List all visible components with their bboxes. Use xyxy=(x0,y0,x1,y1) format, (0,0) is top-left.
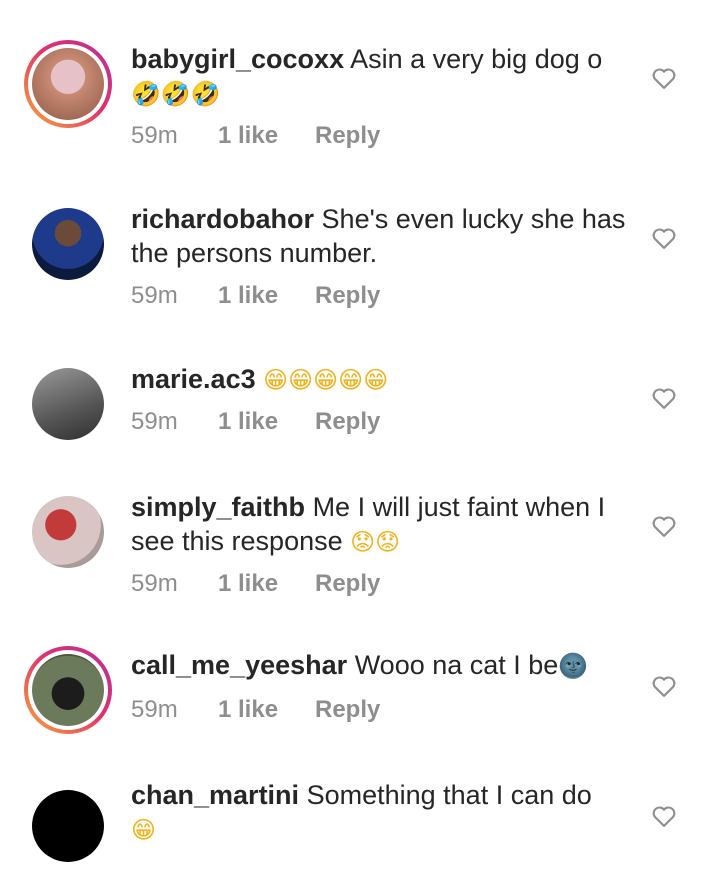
comment-meta: 59m 1 like Reply xyxy=(131,122,380,150)
comment-body: Asin a very big dog o xyxy=(350,44,603,74)
comment-emojis: 🤣🤣🤣 xyxy=(131,80,221,108)
comment-emojis: 🌚 xyxy=(558,652,589,680)
avatar xyxy=(32,208,104,280)
avatar-wrapper[interactable] xyxy=(24,488,112,576)
comment-time: 59m xyxy=(131,570,178,597)
comment-text: simply_faithb Me I will just faint when … xyxy=(131,490,631,559)
avatar-wrapper[interactable] xyxy=(24,782,112,870)
reply-button[interactable]: Reply xyxy=(315,408,380,436)
heart-icon[interactable] xyxy=(650,224,678,252)
comment-body: Wooo na cat I be xyxy=(354,650,559,680)
comment-username[interactable]: marie.ac3 xyxy=(131,364,256,394)
comment-text: call_me_yeeshar Wooo na cat I be🌚 xyxy=(131,648,631,683)
avatar xyxy=(32,654,104,726)
comment-username[interactable]: babygirl_cocoxx xyxy=(131,44,344,74)
comment-time: 59m xyxy=(131,696,178,723)
comment-time: 59m xyxy=(131,408,178,435)
heart-icon[interactable] xyxy=(650,64,678,92)
reply-button[interactable]: Reply xyxy=(315,282,380,310)
comment-text: richardobahor She's even lucky she has t… xyxy=(131,202,631,270)
comment-meta: 59m 1 like Reply xyxy=(131,408,380,436)
comment-body: Something that I can do xyxy=(306,780,592,810)
reply-button[interactable]: Reply xyxy=(315,696,380,724)
comment-likes[interactable]: 1 like xyxy=(218,408,315,436)
comment-time: 59m xyxy=(131,282,178,309)
avatar xyxy=(32,790,104,862)
heart-icon[interactable] xyxy=(650,802,678,830)
comment-username[interactable]: call_me_yeeshar xyxy=(131,650,347,680)
avatar xyxy=(32,48,104,120)
comment-username[interactable]: richardobahor xyxy=(131,204,314,234)
comment-emojis: 😁😁😁😁😁 xyxy=(263,366,389,394)
comment-emojis: 😟😟 xyxy=(350,528,401,556)
comment-text: marie.ac3 😁😁😁😁😁 xyxy=(131,362,631,397)
heart-icon[interactable] xyxy=(650,512,678,540)
heart-icon[interactable] xyxy=(650,672,678,700)
reply-button[interactable]: Reply xyxy=(315,122,380,150)
comment-time: 59m xyxy=(131,122,178,149)
comment-meta: 59m 1 like Reply xyxy=(131,570,380,598)
avatar xyxy=(32,496,104,568)
comment-likes[interactable]: 1 like xyxy=(218,122,315,150)
comment-emojis: 😁 xyxy=(131,816,157,844)
comment-likes[interactable]: 1 like xyxy=(218,696,315,724)
comment-username[interactable]: chan_martini xyxy=(131,780,299,810)
comment-meta: 59m 1 like Reply xyxy=(131,696,380,724)
comment-text: chan_martini Something that I can do 😁 xyxy=(131,778,631,847)
avatar-story-ring[interactable] xyxy=(24,40,112,128)
comment-likes[interactable]: 1 like xyxy=(218,282,315,310)
comment-meta: 59m 1 like Reply xyxy=(131,282,380,310)
reply-button[interactable]: Reply xyxy=(315,570,380,598)
avatar-story-ring[interactable] xyxy=(24,646,112,734)
heart-icon[interactable] xyxy=(650,384,678,412)
comment-text: babygirl_cocoxx Asin a very big dog o 🤣🤣… xyxy=(131,42,631,111)
avatar-wrapper[interactable] xyxy=(24,200,112,288)
avatar xyxy=(32,368,104,440)
comment-likes[interactable]: 1 like xyxy=(218,570,315,598)
avatar-wrapper[interactable] xyxy=(24,360,112,448)
comment-username[interactable]: simply_faithb xyxy=(131,492,305,522)
